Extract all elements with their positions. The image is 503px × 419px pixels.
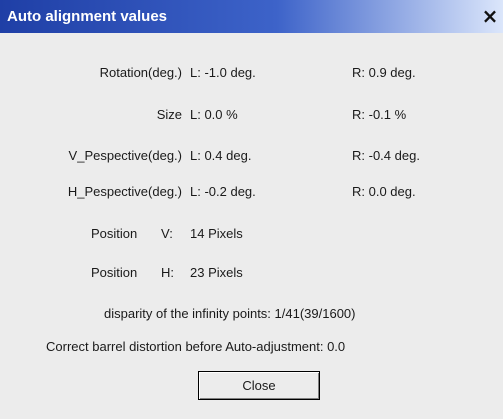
h-perspective-left-value: L: -0.2 deg. [190, 184, 256, 199]
disparity-text: disparity of the infinity points: 1/41(3… [104, 306, 356, 321]
dialog-title: Auto alignment values [7, 8, 168, 25]
position-v-axis: V: [161, 226, 173, 241]
title-bar[interactable]: Auto alignment values × [0, 0, 503, 33]
position-v-value: 14 Pixels [190, 226, 243, 241]
barrel-distortion-text: Correct barrel distortion before Auto-ad… [46, 339, 346, 354]
size-left-value: L: 0.0 % [190, 107, 238, 122]
rotation-left-value: L: -1.0 deg. [190, 65, 256, 80]
v-perspective-right-value: R: -0.4 deg. [352, 148, 420, 163]
position-h-label: Position [91, 265, 138, 280]
size-right-value: R: -0.1 % [352, 107, 407, 122]
position-h-value: 23 Pixels [190, 265, 243, 280]
h-perspective-right-value: R: 0.0 deg. [352, 184, 416, 199]
rotation-label: Rotation(deg.) [99, 65, 182, 80]
h-perspective-label: H_Pespective(deg.) [67, 184, 182, 199]
v-perspective-label: V_Pespective(deg.) [68, 148, 182, 163]
v-perspective-left-value: L: 0.4 deg. [190, 148, 252, 163]
position-v-label: Position [91, 226, 138, 241]
close-icon[interactable]: × [479, 5, 501, 27]
rotation-right-value: R: 0.9 deg. [352, 65, 416, 80]
position-h-axis: H: [161, 265, 174, 280]
close-button[interactable]: Close [198, 371, 320, 400]
auto-alignment-dialog: Auto alignment values × Rotation(deg.) L… [0, 0, 503, 419]
size-label: Size [156, 107, 182, 122]
